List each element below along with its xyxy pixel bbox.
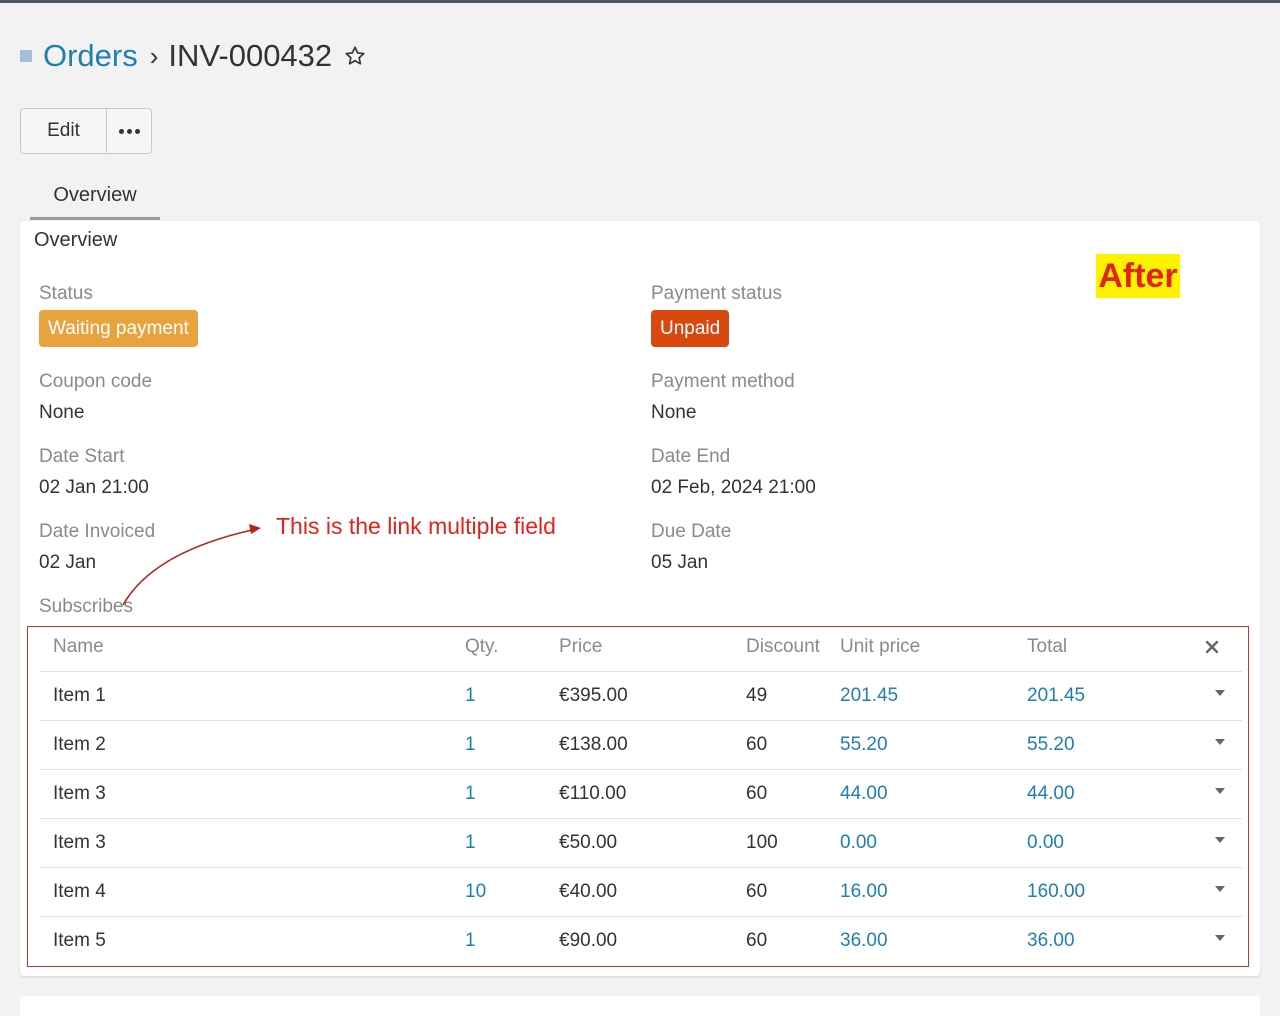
date-invoiced-label: Date Invoiced bbox=[39, 521, 156, 542]
scope-icon bbox=[20, 50, 32, 62]
breadcrumb-orders-link[interactable]: Orders bbox=[43, 38, 138, 74]
item-discount: 60 bbox=[746, 783, 768, 804]
more-icon bbox=[118, 128, 140, 134]
table-row: Item 3 1 €110.00 60 44.00 44.00 bbox=[39, 770, 1242, 819]
page-header: Orders › INV-000432 bbox=[20, 36, 366, 76]
edit-button[interactable]: Edit bbox=[20, 108, 107, 154]
item-total[interactable]: 36.00 bbox=[1027, 917, 1075, 965]
payment-status-badge: Unpaid bbox=[651, 310, 730, 347]
coupon-code-value: None bbox=[39, 402, 85, 423]
date-start-label: Date Start bbox=[39, 446, 125, 467]
status-badge: Waiting payment bbox=[39, 310, 198, 347]
more-actions-button[interactable] bbox=[107, 108, 152, 154]
overview-panel: Overview After Status Waiting payment Pa… bbox=[20, 221, 1260, 976]
table-row: Item 4 10 €40.00 60 16.00 160.00 bbox=[39, 868, 1242, 917]
item-total[interactable]: 55.20 bbox=[1027, 721, 1075, 769]
subscribes-link-multiple-field: Name Qty. Price Discount Unit price Tota… bbox=[27, 626, 1249, 967]
item-name: Item 3 bbox=[53, 783, 106, 804]
payment-status-label: Payment status bbox=[651, 283, 782, 304]
item-name: Item 3 bbox=[53, 832, 106, 853]
item-total[interactable]: 0.00 bbox=[1027, 819, 1064, 867]
annotation-arrow bbox=[122, 524, 261, 606]
chevron-down-icon[interactable] bbox=[1214, 689, 1226, 697]
item-discount: 49 bbox=[746, 685, 768, 706]
page-title: INV-000432 bbox=[168, 38, 333, 73]
panel-title: Overview bbox=[34, 229, 118, 251]
item-qty[interactable]: 1 bbox=[465, 819, 476, 867]
item-discount: 60 bbox=[746, 881, 768, 902]
date-invoiced-value: 02 Jan bbox=[39, 552, 97, 573]
chevron-down-icon[interactable] bbox=[1214, 787, 1226, 795]
item-qty[interactable]: 10 bbox=[465, 868, 486, 916]
item-name: Item 5 bbox=[53, 930, 106, 951]
item-total[interactable]: 44.00 bbox=[1027, 770, 1075, 818]
item-price: €90.00 bbox=[559, 930, 618, 951]
item-name: Item 2 bbox=[53, 734, 106, 755]
chevron-down-icon[interactable] bbox=[1214, 934, 1226, 942]
star-icon[interactable] bbox=[344, 45, 366, 67]
item-unit-price[interactable]: 16.00 bbox=[840, 868, 888, 916]
item-qty[interactable]: 1 bbox=[465, 721, 476, 769]
chevron-down-icon[interactable] bbox=[1214, 885, 1226, 893]
payment-method-label: Payment method bbox=[651, 371, 795, 392]
item-unit-price[interactable]: 201.45 bbox=[840, 672, 898, 720]
column-header-qty: Qty. bbox=[465, 636, 499, 657]
item-discount: 60 bbox=[746, 734, 768, 755]
item-price: €50.00 bbox=[559, 832, 618, 853]
annotation-note: This is the link multiple field bbox=[276, 513, 556, 539]
coupon-code-label: Coupon code bbox=[39, 371, 153, 392]
breadcrumb-separator: › bbox=[149, 40, 159, 71]
item-qty[interactable]: 1 bbox=[465, 770, 476, 818]
due-date-label: Due Date bbox=[651, 521, 732, 542]
item-unit-price[interactable]: 0.00 bbox=[840, 819, 877, 867]
column-header-discount: Discount bbox=[746, 636, 820, 657]
column-header-unit-price: Unit price bbox=[840, 636, 921, 657]
top-bar bbox=[0, 0, 1280, 3]
chevron-down-icon[interactable] bbox=[1214, 836, 1226, 844]
subscribes-table: Name Qty. Price Discount Unit price Tota… bbox=[39, 627, 1242, 965]
item-qty[interactable]: 1 bbox=[465, 917, 476, 965]
item-name: Item 4 bbox=[53, 881, 106, 902]
item-total[interactable]: 160.00 bbox=[1027, 868, 1085, 916]
due-date-value: 05 Jan bbox=[651, 552, 709, 573]
item-name: Item 1 bbox=[53, 685, 106, 706]
payment-method-value: None bbox=[651, 402, 697, 423]
item-qty[interactable]: 1 bbox=[465, 672, 476, 720]
item-price: €395.00 bbox=[559, 685, 628, 706]
item-price: €110.00 bbox=[559, 783, 627, 804]
close-icon[interactable] bbox=[1203, 638, 1221, 656]
next-panel-edge bbox=[20, 996, 1260, 1016]
column-header-price: Price bbox=[559, 636, 603, 657]
date-end-value: 02 Feb, 2024 21:00 bbox=[651, 477, 816, 498]
item-discount: 100 bbox=[746, 832, 778, 853]
table-row: Item 3 1 €50.00 100 0.00 0.00 bbox=[39, 819, 1242, 868]
item-total[interactable]: 201.45 bbox=[1027, 672, 1085, 720]
status-label: Status bbox=[39, 283, 93, 304]
subscribes-label: Subscribes bbox=[39, 596, 133, 617]
item-price: €40.00 bbox=[559, 881, 618, 902]
record-actions: Edit bbox=[20, 108, 152, 154]
item-price: €138.00 bbox=[559, 734, 628, 755]
after-annotation-badge: After bbox=[1096, 254, 1180, 298]
table-row: Item 2 1 €138.00 60 55.20 55.20 bbox=[39, 721, 1242, 770]
table-header-row: Name Qty. Price Discount Unit price Tota… bbox=[39, 627, 1242, 672]
tab-overview[interactable]: Overview bbox=[30, 180, 160, 220]
item-unit-price[interactable]: 44.00 bbox=[840, 770, 888, 818]
item-discount: 60 bbox=[746, 930, 768, 951]
table-row: Item 1 1 €395.00 49 201.45 201.45 bbox=[39, 672, 1242, 721]
item-unit-price[interactable]: 55.20 bbox=[840, 721, 888, 769]
date-end-label: Date End bbox=[651, 446, 731, 467]
table-row: Item 5 1 €90.00 60 36.00 36.00 bbox=[39, 917, 1242, 965]
date-start-value: 02 Jan 21:00 bbox=[39, 477, 149, 498]
chevron-down-icon[interactable] bbox=[1214, 738, 1226, 746]
column-header-name: Name bbox=[53, 636, 104, 657]
item-unit-price[interactable]: 36.00 bbox=[840, 917, 888, 965]
column-header-total: Total bbox=[1027, 636, 1068, 657]
